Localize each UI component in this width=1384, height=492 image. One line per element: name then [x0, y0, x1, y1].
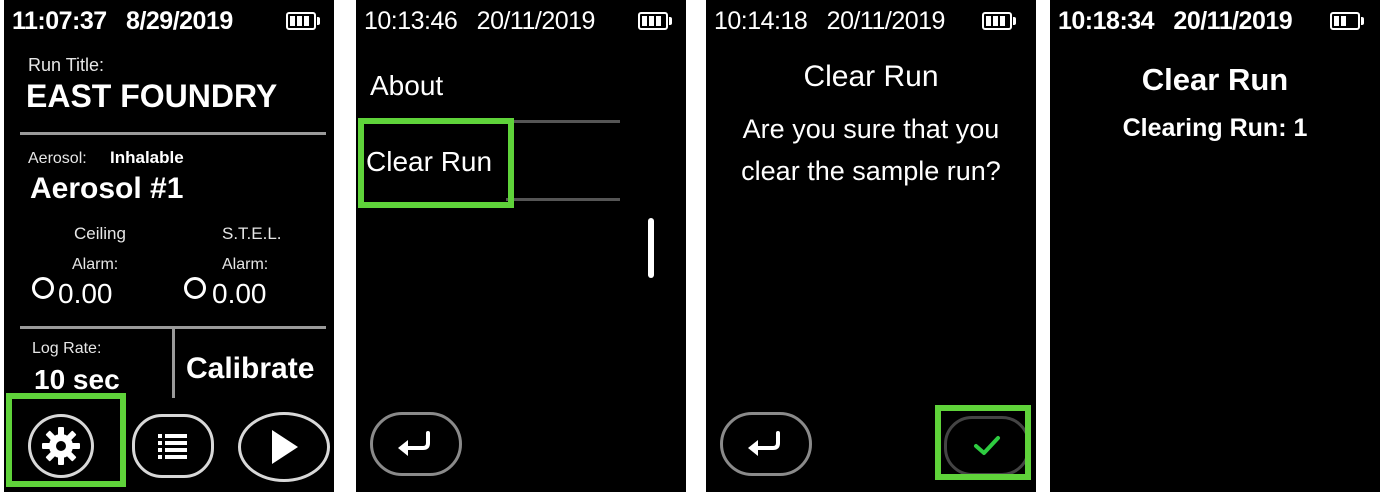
- stel-radio-icon[interactable]: [184, 277, 206, 299]
- run-title-label: Run Title:: [28, 55, 105, 75]
- status-bar: 11:07:37 8/29/2019: [4, 0, 334, 40]
- clock: 10:14:18 20/11/2019: [714, 7, 945, 36]
- back-button[interactable]: [720, 412, 812, 476]
- clearing-run-screen: 10:18:34 20/11/2019 Clear Run Clearing R…: [1050, 0, 1380, 492]
- aerosol-type: Inhalable: [110, 148, 184, 167]
- battery-icon: [286, 12, 320, 30]
- status-bar: 10:18:34 20/11/2019: [1050, 0, 1380, 40]
- calibrate-button[interactable]: Calibrate: [186, 352, 314, 386]
- clock: 10:18:34 20/11/2019: [1058, 7, 1293, 36]
- aerosol-label: Aerosol:: [28, 150, 87, 167]
- date: 20/11/2019: [476, 7, 596, 35]
- ceiling-label: Ceiling: [74, 224, 126, 243]
- dialog-message-line1: Are you sure that you: [742, 114, 1000, 144]
- ceiling-alarm-label: Alarm:: [72, 256, 119, 273]
- divider: [506, 198, 620, 201]
- screen-title: Clear Run: [1141, 62, 1289, 97]
- time: 10:14:18: [714, 7, 808, 35]
- back-arrow-icon: [398, 431, 430, 456]
- play-button[interactable]: [238, 412, 330, 482]
- confirm-highlight: [935, 405, 1031, 480]
- date: 8/29/2019: [126, 7, 233, 35]
- clock: 10:13:46 20/11/2019: [364, 7, 595, 36]
- list-icon: [158, 434, 187, 459]
- menu-item-about[interactable]: About: [370, 70, 443, 102]
- divider: [172, 326, 175, 398]
- list-button[interactable]: [132, 414, 214, 478]
- back-arrow-icon: [748, 431, 780, 456]
- divider: [20, 132, 326, 135]
- time: 10:18:34: [1058, 7, 1155, 35]
- dialog-title: Clear Run: [803, 60, 939, 93]
- date: 20/11/2019: [826, 7, 946, 35]
- dialog-message-line2: clear the sample run?: [741, 156, 1001, 186]
- battery-icon: [1330, 12, 1364, 30]
- log-rate-label: Log Rate:: [32, 340, 102, 357]
- aerosol-name: Aerosol #1: [30, 172, 184, 205]
- ceiling-radio-icon[interactable]: [32, 277, 54, 299]
- clearing-status: Clearing Run: 1: [1122, 114, 1308, 142]
- clock: 11:07:37 8/29/2019: [12, 7, 233, 36]
- back-button[interactable]: [370, 412, 462, 476]
- run-title: EAST FOUNDRY: [26, 78, 278, 114]
- date: 20/11/2019: [1173, 7, 1293, 35]
- battery-icon: [638, 12, 672, 30]
- log-rate-value: 10 sec: [34, 364, 120, 395]
- battery-icon: [982, 12, 1016, 30]
- ceiling-value: 0.00: [58, 278, 113, 309]
- scrollbar[interactable]: [648, 218, 654, 278]
- status-bar: 10:14:18 20/11/2019: [706, 0, 1036, 40]
- play-icon: [272, 430, 298, 464]
- stel-value: 0.00: [212, 278, 267, 309]
- stel-label: S.T.E.L.: [222, 224, 282, 243]
- settings-highlight: [6, 393, 126, 487]
- time: 11:07:37: [12, 7, 107, 35]
- divider: [506, 120, 620, 123]
- clear-run-highlight: [358, 118, 514, 208]
- settings-menu-screen: 10:13:46 20/11/2019 About Clear Run: [356, 0, 686, 492]
- stel-alarm-label: Alarm:: [222, 256, 269, 273]
- status-bar: 10:13:46 20/11/2019: [356, 0, 686, 40]
- time: 10:13:46: [364, 7, 458, 35]
